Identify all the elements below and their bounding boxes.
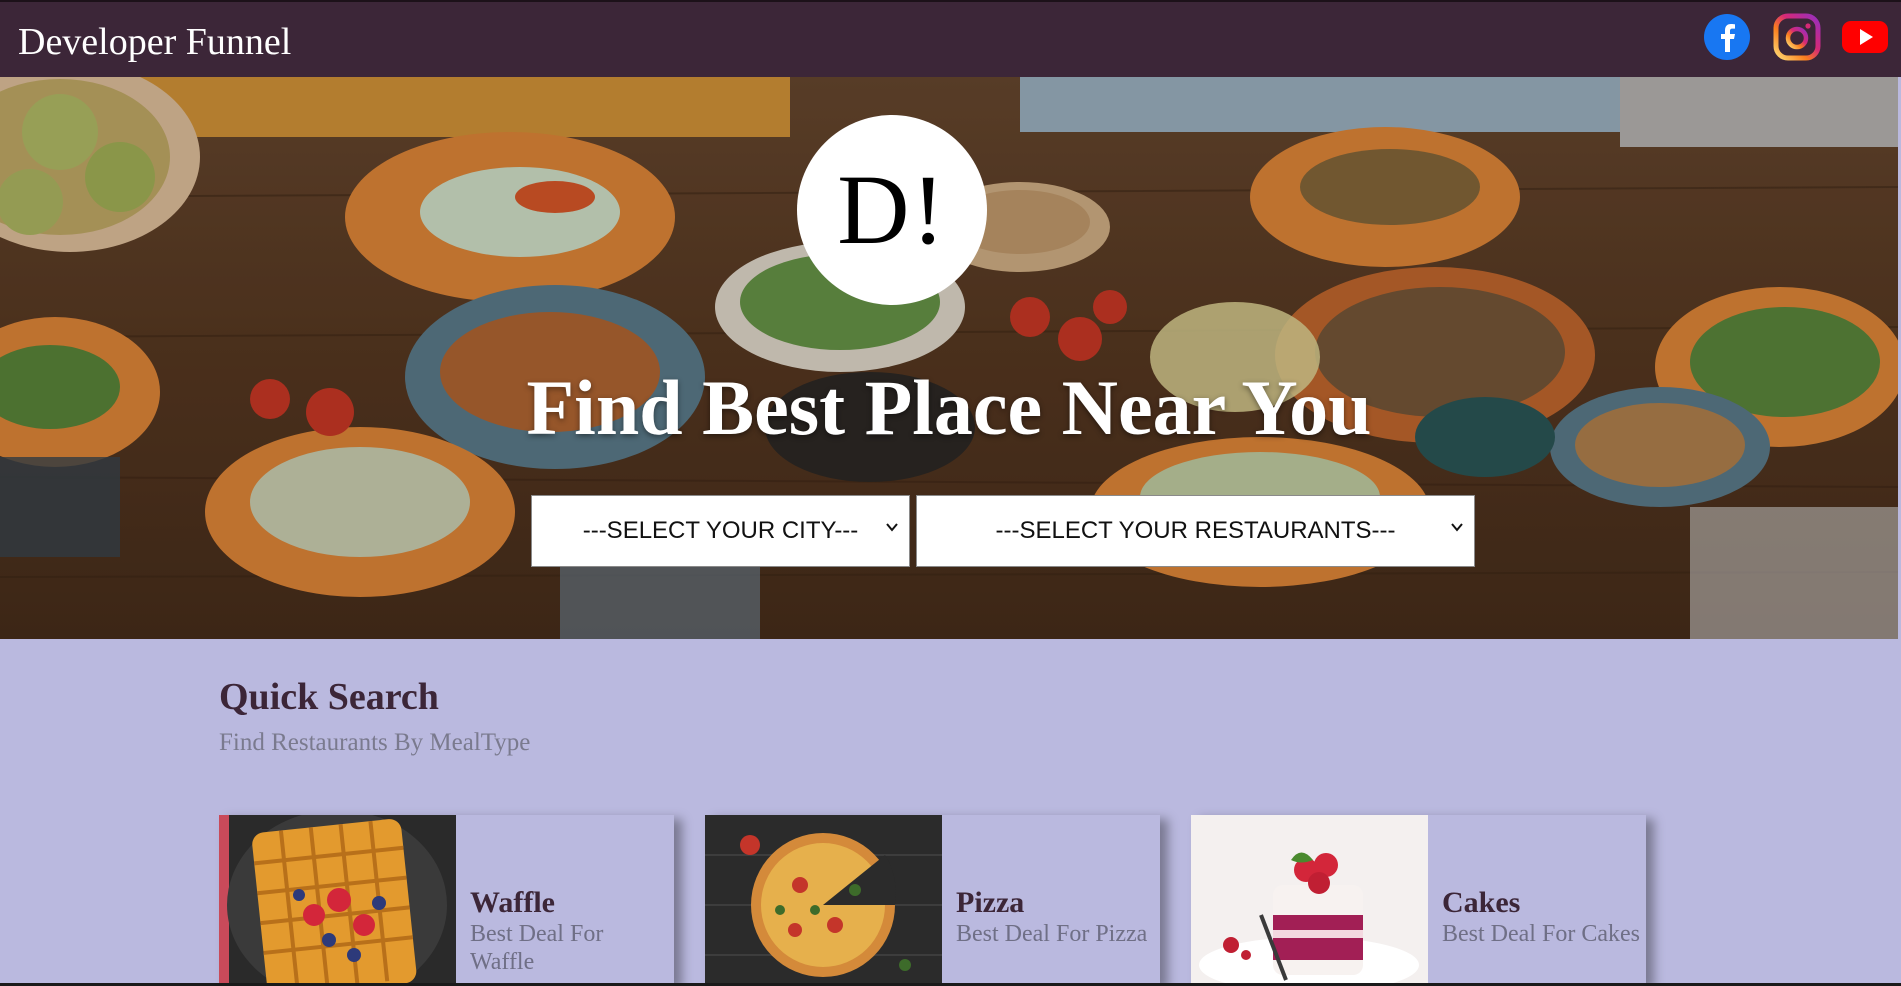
top-navbar: Developer Funnel xyxy=(0,0,1901,77)
cake-image xyxy=(1191,815,1428,986)
meal-card-waffle[interactable]: Waffle Best Deal For Waffle xyxy=(219,815,674,986)
restaurant-select[interactable]: ---SELECT YOUR RESTAURANTS--- xyxy=(916,495,1475,567)
meal-card-pizza[interactable]: Pizza Best Deal For Pizza xyxy=(705,815,1160,986)
meal-card-cakes[interactable]: Cakes Best Deal For Cakes xyxy=(1191,815,1646,986)
waffle-image xyxy=(219,815,456,986)
hero-title: Find Best Place Near You xyxy=(526,364,1372,451)
quick-search-subtitle: Find Restaurants By MealType xyxy=(219,729,531,756)
card-title: Pizza xyxy=(956,886,1025,919)
quick-search-title: Quick Search xyxy=(219,676,439,718)
city-select[interactable]: ---SELECT YOUR CITY--- xyxy=(531,495,910,567)
youtube-icon[interactable] xyxy=(1840,12,1890,62)
card-title: Waffle xyxy=(470,886,555,919)
card-description: Best Deal For Pizza xyxy=(956,921,1148,947)
chevron-down-icon xyxy=(1451,523,1463,532)
brand-logo-text[interactable]: Developer Funnel xyxy=(18,20,291,64)
card-description: Best Deal For Waffle xyxy=(470,921,604,975)
pizza-image xyxy=(705,815,942,986)
logo-text: D! xyxy=(837,154,947,265)
instagram-icon[interactable] xyxy=(1772,12,1822,62)
card-description: Best Deal For Cakes xyxy=(1442,921,1640,947)
card-title: Cakes xyxy=(1442,886,1521,919)
site-logo[interactable]: D! xyxy=(797,115,987,305)
facebook-icon[interactable] xyxy=(1702,12,1752,62)
chevron-down-icon xyxy=(886,523,898,532)
hero-banner: D! Find Best Place Near You ---SELECT YO… xyxy=(0,77,1898,639)
restaurant-select-value: ---SELECT YOUR RESTAURANTS--- xyxy=(995,517,1396,544)
city-select-value: ---SELECT YOUR CITY--- xyxy=(582,517,859,544)
